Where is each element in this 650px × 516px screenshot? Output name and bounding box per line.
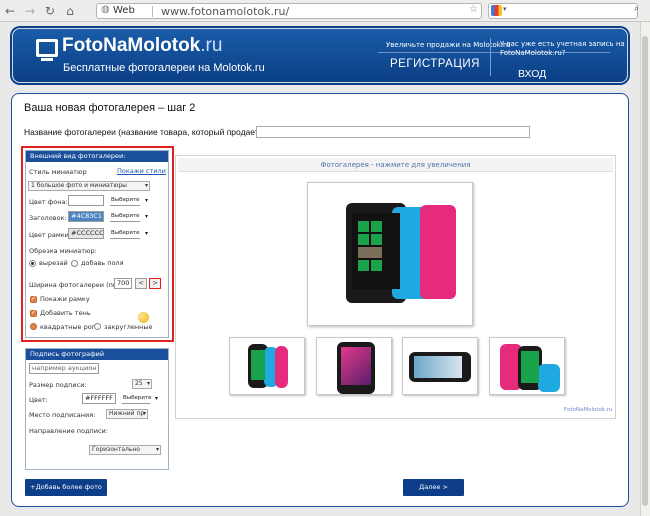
thumbnail-1[interactable] <box>229 337 305 395</box>
site-tagline: Бесплатные фотогалереи на Molotok.ru <box>63 62 265 74</box>
frame-color-input[interactable]: #CCCCCC <box>68 228 104 239</box>
title-color-picker[interactable]: Выберите <box>110 212 148 222</box>
scrollbar-thumb[interactable] <box>642 36 648 506</box>
thumb-style-select[interactable]: 1 большое фото и миниатюры <box>28 181 150 191</box>
crop-label: Обрезка миниатюр: <box>29 247 97 255</box>
globe-icon: ◍ <box>101 4 110 15</box>
crop-cut-radio[interactable] <box>29 260 36 267</box>
logo-main: FotoNaMolotok <box>62 35 201 56</box>
caption-color-label: Цвет: <box>29 396 48 404</box>
account-question: У вас уже есть учетная запись на FotoNaMo… <box>500 40 625 58</box>
corners-square-radio[interactable] <box>30 323 37 330</box>
appearance-heading: Внешний вид фотогалереи: <box>26 151 168 162</box>
gallery-name-label: Название фотогалереи (название товара, к… <box>24 127 274 137</box>
width-increase-button[interactable]: > <box>149 278 161 289</box>
bg-color-label: Цвет фона: <box>29 198 68 206</box>
home-icon[interactable]: ⌂ <box>62 3 78 19</box>
corners-round-label: закругленные <box>104 323 153 331</box>
forward-arrow-icon[interactable]: → <box>22 3 38 19</box>
chevron-down-icon[interactable]: ▾ <box>503 5 507 13</box>
width-input[interactable]: 700 <box>114 278 132 289</box>
caption-size-label: Размер подписи: <box>29 381 87 389</box>
gallery-name-input[interactable] <box>256 126 530 138</box>
caption-input[interactable]: например аукцион <box>29 363 99 374</box>
reload-icon[interactable]: ↻ <box>42 3 58 19</box>
site-logo[interactable]: FotoNaMolotok.ru <box>62 35 222 57</box>
search-icon[interactable]: ⌕ <box>634 4 639 14</box>
caption-position-label: Место подписания: <box>29 411 96 419</box>
width-decrease-button[interactable]: < <box>135 278 147 289</box>
show-frame-label: Покажи рамку <box>40 295 90 303</box>
thumbnail-2[interactable] <box>316 337 392 395</box>
phone-magenta <box>420 205 456 299</box>
login-button[interactable]: ВХОД <box>518 68 546 80</box>
bg-color-input[interactable] <box>68 195 104 206</box>
bg-color-picker[interactable]: Выберите <box>110 196 148 206</box>
caption-color-input[interactable]: #FFFFFF <box>82 393 116 404</box>
crop-pad-label: добавь поля <box>81 259 124 267</box>
show-frame-checkbox[interactable] <box>30 295 37 303</box>
web-tag: Web <box>113 5 135 16</box>
bookmark-star-icon[interactable]: ☆ <box>469 4 478 15</box>
search-bar[interactable]: ▾ <box>488 3 638 19</box>
caption-position-select[interactable]: Нижний пр <box>106 409 148 419</box>
account-question-line2: FotoNaMolotok.ru? <box>500 49 566 57</box>
thumbnail-3[interactable] <box>402 337 478 395</box>
back-arrow-icon[interactable]: ← <box>2 3 18 19</box>
caption-color-picker[interactable]: Выберите <box>122 394 158 404</box>
phone-screen <box>352 213 400 289</box>
add-shadow-label: Добавить тень <box>40 309 91 317</box>
thumb-style-label: Стиль миниатюр <box>29 168 87 176</box>
register-button[interactable]: РЕГИСТРАЦИЯ <box>390 58 480 70</box>
google-icon <box>491 5 502 16</box>
url-text[interactable]: www.fotonamolotok.ru/ <box>161 5 289 18</box>
caption-size-select[interactable]: 25 <box>132 379 152 389</box>
caption-heading: Подпись фотографий (необязательный): <box>26 349 168 369</box>
logo-domain: .ru <box>200 35 223 56</box>
add-shadow-checkbox[interactable] <box>30 309 37 317</box>
next-button[interactable]: Далее > <box>403 479 464 496</box>
thumbnail-4[interactable] <box>489 337 565 395</box>
corners-square-label: квадратные рога <box>40 323 100 331</box>
frame-color-picker[interactable]: Выберите <box>110 229 148 239</box>
title-color-label: Заголовок: <box>29 214 67 222</box>
main-photo[interactable] <box>307 182 473 326</box>
promo-text: Увеличьте продажи на Molotok.ru <box>386 41 511 49</box>
hint-bulb-icon[interactable] <box>138 312 149 323</box>
url-bar[interactable]: ◍ Web www.fotonamolotok.ru/ ☆ <box>96 3 482 19</box>
url-separator <box>152 6 153 17</box>
preview-header: Фотогалерея - нажмите для увеличения <box>178 158 613 172</box>
monitor-logo-icon <box>36 39 58 61</box>
width-label: Ширина фотогалереи (пкс): <box>29 281 126 289</box>
add-photo-button[interactable]: +Добавь более фото <box>25 479 107 496</box>
frame-color-label: Цвет рамки: <box>29 231 72 239</box>
caption-direction-label: Направление подписи: <box>29 427 108 435</box>
corners-round-radio[interactable] <box>94 323 101 330</box>
crop-pad-radio[interactable] <box>71 260 78 267</box>
caption-direction-select[interactable]: Горизонтально <box>89 445 161 455</box>
preview-credit[interactable]: FotoNaMolotok.ru <box>564 407 613 413</box>
page-title: Ваша новая фотогалерея – шаг 2 <box>24 102 196 114</box>
title-color-input[interactable]: #4C83C1 <box>68 211 104 222</box>
account-question-line1: У вас уже есть учетная запись на <box>500 40 625 48</box>
header-divider-vertical <box>490 38 491 76</box>
show-styles-link[interactable]: Покажи стили <box>117 167 166 175</box>
crop-cut-label: вырезай <box>39 259 68 267</box>
